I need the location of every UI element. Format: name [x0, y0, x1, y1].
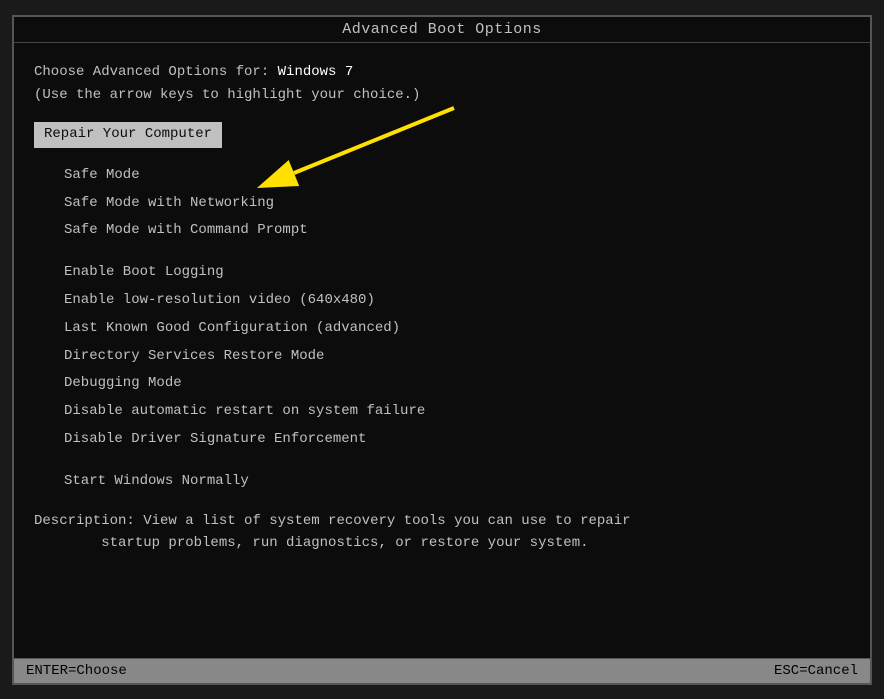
- menu-group-repair: Repair Your Computer: [34, 122, 850, 148]
- menu-item-safe-mode[interactable]: Safe Mode: [34, 162, 850, 190]
- header-section: Choose Advanced Options for: Windows 7 (…: [34, 61, 850, 109]
- menu-item-low-res[interactable]: Enable low-resolution video (640x480): [34, 287, 850, 315]
- header-line2: (Use the arrow keys to highlight your ch…: [34, 84, 850, 108]
- bottom-left: ENTER=Choose: [26, 663, 127, 679]
- menu-item-last-known-good[interactable]: Last Known Good Configuration (advanced): [34, 315, 850, 343]
- menu-item-boot-logging[interactable]: Enable Boot Logging: [34, 259, 850, 287]
- bottom-right: ESC=Cancel: [774, 663, 858, 679]
- menu-group-safe: Safe Mode Safe Mode with Networking Safe…: [34, 162, 850, 245]
- header-line1: Choose Advanced Options for: Windows 7: [34, 61, 850, 85]
- menu-item-disable-driver-sig[interactable]: Disable Driver Signature Enforcement: [34, 426, 850, 454]
- main-content: Choose Advanced Options for: Windows 7 (…: [14, 43, 870, 658]
- title-text: Advanced Boot Options: [342, 21, 542, 38]
- menu-group-advanced: Enable Boot Logging Enable low-resolutio…: [34, 259, 850, 454]
- description-section: Description: View a list of system recov…: [34, 510, 850, 555]
- menu-item-start-normal[interactable]: Start Windows Normally: [34, 468, 850, 496]
- menu-item-safe-mode-cmd[interactable]: Safe Mode with Command Prompt: [34, 217, 850, 245]
- header-os: Windows 7: [278, 64, 354, 80]
- title-bar: Advanced Boot Options: [14, 17, 870, 43]
- menu-item-debugging[interactable]: Debugging Mode: [34, 370, 850, 398]
- header-prefix: Choose Advanced Options for:: [34, 64, 278, 80]
- bottom-bar: ENTER=Choose ESC=Cancel: [14, 658, 870, 683]
- menu-group-normal: Start Windows Normally: [34, 468, 850, 496]
- menu-item-disable-restart[interactable]: Disable automatic restart on system fail…: [34, 398, 850, 426]
- menu-item-repair[interactable]: Repair Your Computer: [34, 122, 222, 148]
- boot-screen: Advanced Boot Options Choose Advanced Op…: [12, 15, 872, 685]
- description-label: Description:: [34, 513, 135, 529]
- menu-item-safe-mode-networking[interactable]: Safe Mode with Networking: [34, 190, 850, 218]
- menu-item-directory-services[interactable]: Directory Services Restore Mode: [34, 343, 850, 371]
